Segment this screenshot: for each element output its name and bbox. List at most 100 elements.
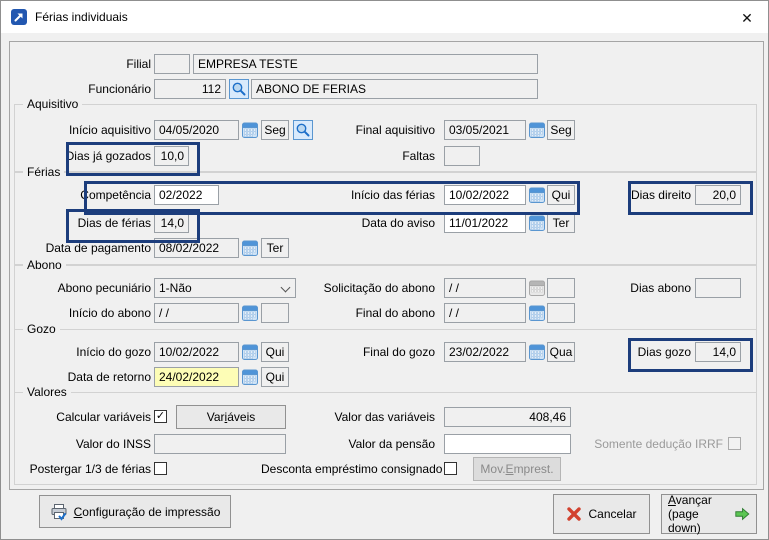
final-gozo-weekday: Qua (547, 342, 575, 362)
search-icon (231, 81, 247, 97)
solicitacao-abono-weekday (547, 278, 575, 298)
calendar-icon-disabled (529, 280, 545, 296)
close-icon[interactable]: ✕ (732, 6, 762, 28)
green-arrow-icon (734, 505, 750, 523)
calendar-icon[interactable] (529, 344, 545, 360)
abono-pecuniario-select[interactable]: 1-Não (154, 278, 296, 298)
funcionario-label: Funcionário (88, 82, 151, 96)
dias-abono-label: Dias abono (630, 281, 691, 295)
calendar-icon[interactable] (242, 240, 258, 256)
inicio-abono-label: Início do abono (68, 306, 151, 320)
valor-inss-label: Valor do INSS (75, 437, 151, 451)
data-pagamento-label: Data de pagamento (45, 241, 151, 255)
dias-abono-field[interactable] (695, 278, 741, 298)
valor-pensao-field[interactable] (444, 434, 571, 454)
abono-pecuniario-value: 1-Não (159, 281, 192, 295)
competencia-field[interactable]: 02/2022 (154, 185, 219, 205)
avancar-label: Avançar (page down) (668, 493, 712, 535)
filial-name-field: EMPRESA TESTE (193, 54, 538, 74)
final-aquisitivo-weekday: Seg (547, 120, 575, 140)
chevron-down-icon (280, 282, 291, 293)
inicio-aquisitivo-field[interactable]: 04/05/2020 (154, 120, 239, 140)
final-aquisitivo-label: Final aquisitivo (355, 123, 435, 137)
abono-pecuniario-label: Abono pecuniário (57, 281, 151, 295)
variaveis-button[interactable]: Variáveis (176, 405, 286, 429)
cancelar-label: Cancelar (588, 507, 637, 521)
group-valores-legend: Valores (23, 385, 71, 400)
somente-irrf-checkbox (728, 437, 741, 450)
filial-code-field (154, 54, 190, 74)
calcular-variaveis-checkbox[interactable]: ✓ (154, 410, 167, 423)
data-retorno-label: Data de retorno (67, 370, 151, 384)
data-retorno-weekday: Qui (261, 367, 289, 387)
valor-pensao-label: Valor da pensão (348, 437, 435, 451)
dias-ja-gozados-label: Dias já gozados (65, 149, 151, 163)
group-aquisitivo-legend: Aquisitivo (23, 97, 83, 112)
inicio-ferias-weekday: Qui (547, 185, 575, 205)
mov-emprest-button: Mov.Emprest. (473, 457, 561, 481)
data-aviso-weekday: Ter (547, 213, 575, 233)
competencia-label: Competência (80, 188, 151, 202)
calendar-icon[interactable] (529, 305, 545, 321)
solicitacao-abono-field[interactable]: / / (444, 278, 526, 298)
valor-variaveis-field: 408,46 (444, 407, 571, 427)
dias-ferias-label: Dias de férias (77, 216, 151, 230)
desconta-checkbox[interactable] (444, 462, 457, 475)
valor-variaveis-label: Valor das variáveis (334, 410, 436, 424)
data-retorno-field[interactable]: 24/02/2022 (154, 367, 239, 387)
avancar-button[interactable]: Avançar (page down) (661, 493, 757, 535)
postergar-checkbox[interactable] (154, 462, 167, 475)
calendar-icon[interactable] (529, 122, 545, 138)
ne-arrow-app-icon (11, 9, 27, 25)
funcionario-code-field[interactable]: 112 (154, 79, 226, 99)
inicio-gozo-field[interactable]: 10/02/2022 (154, 342, 239, 362)
calendar-icon[interactable] (242, 305, 258, 321)
inicio-gozo-label: Início do gozo (76, 345, 151, 359)
filial-label: Filial (126, 57, 151, 71)
ferias-individuais-dialog: { "window": { "title": "Férias individua… (0, 0, 769, 540)
group-ferias-legend: Férias (23, 165, 65, 180)
inicio-ferias-field[interactable]: 10/02/2022 (444, 185, 526, 205)
group-gozo-legend: Gozo (23, 322, 60, 337)
faltas-field[interactable] (444, 146, 480, 166)
final-gozo-label: Final do gozo (362, 345, 435, 359)
dias-gozo-label: Dias gozo (637, 345, 691, 359)
inicio-gozo-weekday: Qui (261, 342, 289, 362)
calendar-icon[interactable] (242, 369, 258, 385)
final-abono-field[interactable]: / / (444, 303, 526, 323)
inicio-ferias-label: Início das férias (350, 188, 435, 202)
solicitacao-abono-label: Solicitação do abono (323, 281, 435, 295)
mov-emprest-button-label: Mov.Emprest. (480, 462, 554, 476)
data-aviso-label: Data do aviso (361, 216, 435, 230)
dias-gozo-field: 14,0 (695, 342, 741, 362)
calendar-icon[interactable] (529, 187, 545, 203)
config-impressao-label: Configuração de impressão (73, 504, 221, 519)
data-aviso-field[interactable]: 11/01/2022 (444, 213, 526, 233)
group-abono-legend: Abono (23, 258, 66, 273)
inicio-aquisitivo-weekday: Seg (261, 120, 289, 140)
title-bar: Férias individuais ✕ (1, 1, 768, 33)
dias-direito-field: 20,0 (695, 185, 741, 205)
variaveis-button-label: Variáveis (206, 410, 256, 424)
final-abono-label: Final do abono (355, 306, 435, 320)
valor-inss-field[interactable] (154, 434, 286, 454)
window-title: Férias individuais (35, 10, 128, 24)
funcionario-name-field: ABONO DE FERIAS (251, 79, 538, 99)
calcular-variaveis-label: Calcular variáveis (56, 410, 151, 424)
data-pagamento-field[interactable]: 08/02/2022 (154, 238, 239, 258)
final-gozo-field[interactable]: 23/02/2022 (444, 342, 526, 362)
somente-irrf-label: Somente dedução IRRF (594, 437, 723, 451)
cancelar-button[interactable]: Cancelar (553, 494, 650, 534)
dias-direito-label: Dias direito (630, 188, 691, 202)
funcionario-search-button[interactable] (229, 79, 249, 99)
calendar-icon[interactable] (242, 122, 258, 138)
postergar-label: Postergar 1/3 de férias (29, 462, 151, 476)
printer-icon (50, 503, 68, 521)
inicio-abono-weekday (261, 303, 289, 323)
data-pagamento-weekday: Ter (261, 238, 289, 258)
calendar-icon[interactable] (242, 344, 258, 360)
calendar-icon[interactable] (529, 215, 545, 231)
config-impressao-button[interactable]: Configuração de impressão (39, 495, 231, 528)
final-aquisitivo-field[interactable]: 03/05/2021 (444, 120, 526, 140)
inicio-abono-field[interactable]: / / (154, 303, 239, 323)
